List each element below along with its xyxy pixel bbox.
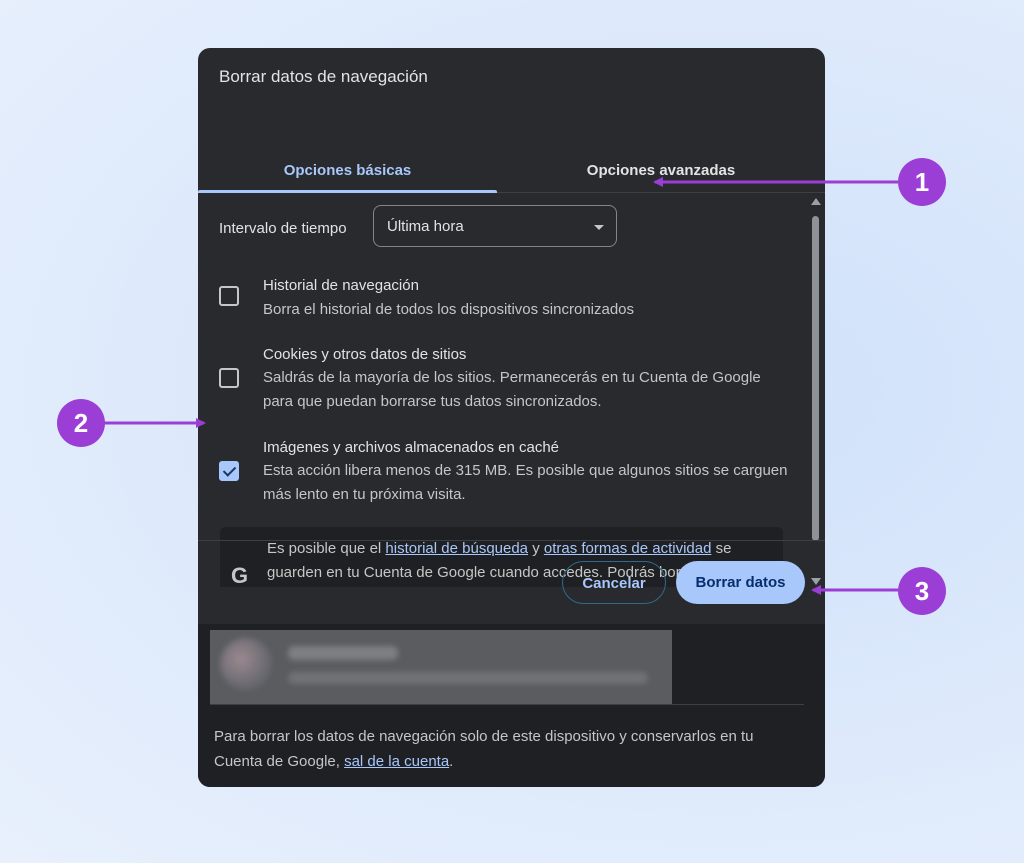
annotation-arrows	[104, 177, 898, 595]
annotation-badge-3: 3	[898, 567, 946, 615]
annotation-badge-2: 2	[57, 399, 105, 447]
annotation-badge-1: 1	[898, 158, 946, 206]
